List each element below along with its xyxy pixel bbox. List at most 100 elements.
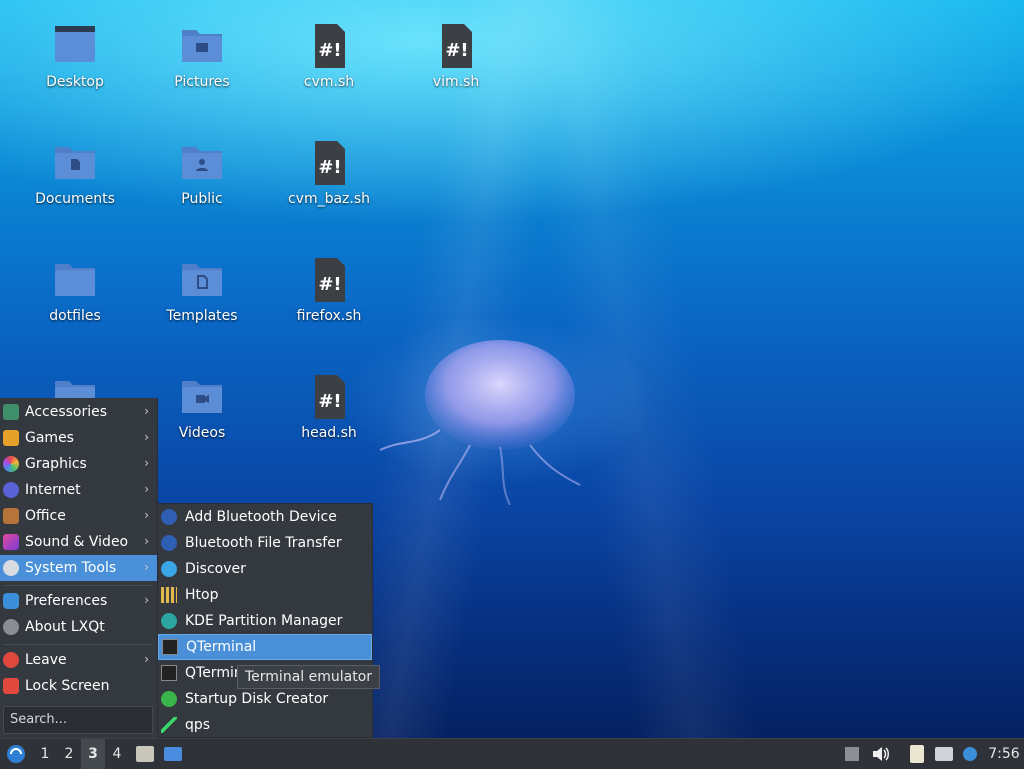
info-icon — [3, 619, 19, 635]
desktop-icon-cvm-baz-sh[interactable]: #! cvm_baz.sh — [274, 139, 384, 207]
icon-label: cvm.sh — [303, 74, 355, 90]
games-icon — [3, 430, 19, 446]
menu-item-leave[interactable]: Leave › — [0, 647, 157, 673]
menu-item-label: System Tools — [25, 560, 117, 576]
menu-item-lock-screen[interactable]: Lock Screen — [0, 673, 157, 699]
submenu-item-qps[interactable]: qps — [158, 712, 372, 738]
svg-text:#!: #! — [445, 40, 468, 61]
menu-item-label: Games — [25, 430, 74, 446]
menu-item-internet[interactable]: Internet › — [0, 477, 157, 503]
chevron-right-icon: › — [144, 652, 149, 666]
system-tools-gear-icon — [3, 560, 19, 576]
desktop-switch-4[interactable]: 4 — [105, 739, 129, 769]
desktop-switch-3[interactable]: 3 — [81, 739, 105, 769]
folder-icon — [55, 264, 95, 296]
bluetooth-icon — [161, 509, 177, 525]
volume-icon — [873, 747, 889, 761]
icon-label: vim.sh — [432, 74, 480, 90]
menu-item-system-tools[interactable]: System Tools › — [0, 555, 157, 581]
menu-item-sound-video[interactable]: Sound & Video › — [0, 529, 157, 555]
menu-item-preferences[interactable]: Preferences › — [0, 588, 157, 614]
desktop-icon-documents[interactable]: Documents — [20, 139, 130, 207]
network-tray-button[interactable] — [932, 739, 956, 769]
menu-item-accessories[interactable]: Accessories › — [0, 399, 157, 425]
icon-label: Desktop — [46, 74, 104, 90]
icon-label: Videos — [178, 425, 226, 441]
desktop-icon-dotfiles[interactable]: dotfiles — [20, 256, 130, 324]
volume-button[interactable] — [869, 739, 893, 769]
icon-label: dotfiles — [49, 308, 101, 324]
videos-folder-icon — [182, 381, 222, 413]
htop-icon — [161, 587, 177, 603]
submenu-item-label: Discover — [185, 561, 246, 577]
file-manager-icon — [136, 746, 154, 762]
bluetooth-icon — [161, 535, 177, 551]
desktop-icon-public[interactable]: Public — [147, 139, 257, 207]
menu-search-input[interactable]: Search... — [3, 706, 153, 734]
clipboard-tray-button[interactable] — [905, 739, 929, 769]
submenu-item-label: Bluetooth File Transfer — [185, 535, 342, 551]
desktop-icon-vim-sh[interactable]: #! vim.sh — [401, 22, 511, 90]
icon-label: Public — [181, 191, 223, 207]
submenu-item-discover[interactable]: Discover — [158, 556, 372, 582]
menu-item-label: Accessories — [25, 404, 108, 420]
desktop-icon-head-sh[interactable]: #! head.sh — [274, 373, 384, 441]
chevron-right-icon: › — [144, 430, 149, 444]
menu-item-label: Leave — [25, 652, 67, 668]
submenu-item-label: Htop — [185, 587, 219, 603]
menu-item-games[interactable]: Games › — [0, 425, 157, 451]
clipboard-icon — [910, 745, 924, 763]
updates-tray-button[interactable] — [958, 739, 982, 769]
discover-download-icon — [161, 561, 177, 577]
menu-item-office[interactable]: Office › — [0, 503, 157, 529]
chevron-right-icon: › — [144, 593, 149, 607]
submenu-item-kde-partition-manager[interactable]: KDE Partition Manager — [158, 608, 372, 634]
folder-icon — [55, 26, 95, 62]
chevron-right-icon: › — [144, 482, 149, 496]
submenu-item-label: Add Bluetooth Device — [185, 509, 337, 525]
script-file-icon: #! — [442, 24, 472, 68]
pictures-folder-icon — [182, 30, 222, 62]
desktop-icon-videos[interactable]: Videos — [147, 373, 257, 441]
svg-text:#!: #! — [318, 274, 341, 295]
icon-label: Pictures — [174, 74, 230, 90]
submenu-item-bluetooth-file-transfer[interactable]: Bluetooth File Transfer — [158, 530, 372, 556]
preferences-icon — [3, 593, 19, 609]
menu-item-label: Office — [25, 508, 66, 524]
tray-up-arrow[interactable] — [842, 739, 862, 769]
menu-item-label: Graphics — [25, 456, 87, 472]
file-manager-launcher[interactable] — [133, 739, 157, 769]
clock[interactable]: 7:56 — [984, 739, 1024, 769]
submenu-item-label: QTerminal — [186, 639, 257, 655]
menu-item-label: Sound & Video — [25, 534, 129, 550]
script-file-icon: #! — [315, 141, 345, 185]
menu-separator — [4, 585, 153, 586]
desktop-switch-2[interactable]: 2 — [57, 739, 81, 769]
desktop-icon-pictures[interactable]: Pictures — [147, 22, 257, 90]
desktop-switch-1[interactable]: 1 — [33, 739, 57, 769]
desktop-icon-firefox-sh[interactable]: #! firefox.sh — [274, 256, 384, 324]
show-desktop-button[interactable] — [161, 739, 185, 769]
menu-item-label: Preferences — [25, 593, 108, 609]
submenu-item-htop[interactable]: Htop — [158, 582, 372, 608]
office-briefcase-icon — [3, 508, 19, 524]
menu-item-about-lxqt[interactable]: About LXQt — [0, 614, 157, 640]
submenu-item-startup-disk-creator[interactable]: Startup Disk Creator — [158, 686, 372, 712]
submenu-item-add-bluetooth-device[interactable]: Add Bluetooth Device — [158, 504, 372, 530]
chevron-right-icon: › — [144, 508, 149, 522]
menu-item-graphics[interactable]: Graphics › — [0, 451, 157, 477]
icon-label: Documents — [35, 191, 115, 207]
jellyfish-wallpaper-image — [380, 340, 581, 505]
desktop-icon-templates[interactable]: Templates — [147, 256, 257, 324]
desktop-icon — [164, 747, 182, 761]
start-menu-button[interactable] — [4, 739, 28, 769]
desktop-icon-cvm-sh[interactable]: #! cvm.sh — [274, 22, 384, 90]
svg-text:#!: #! — [318, 157, 341, 178]
terminal-icon — [161, 665, 177, 681]
sound-video-icon — [3, 534, 19, 550]
icon-label: firefox.sh — [296, 308, 362, 324]
graphics-icon — [3, 456, 19, 472]
desktop-icon-desktop[interactable]: Desktop — [20, 22, 130, 90]
submenu-item-qterminal[interactable]: QTerminal — [158, 634, 372, 660]
svg-text:#!: #! — [318, 391, 341, 412]
